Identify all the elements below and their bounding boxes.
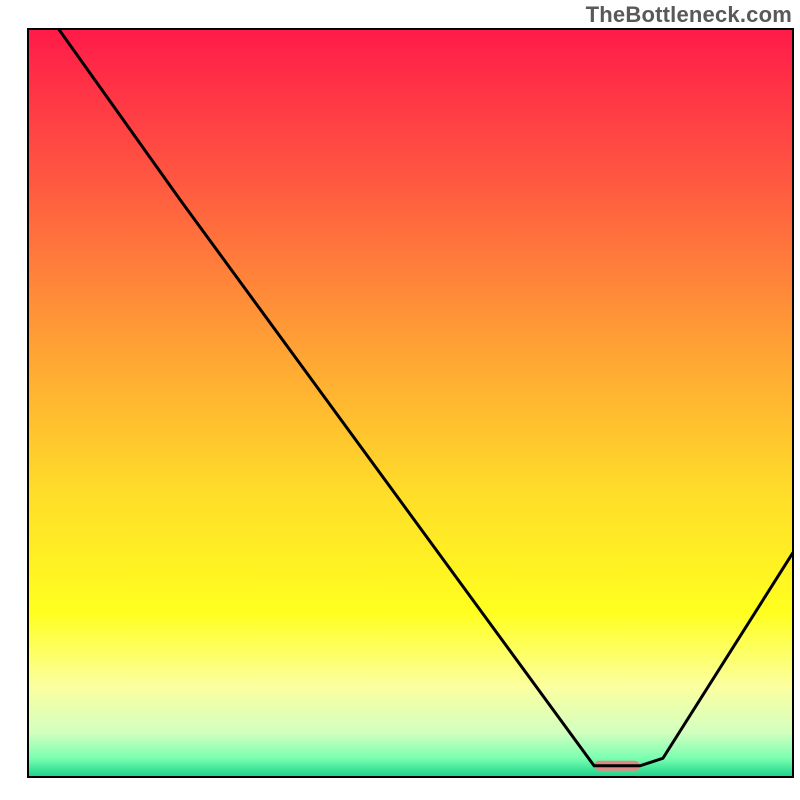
plot-background — [28, 29, 793, 777]
chart-svg — [0, 0, 800, 800]
chart-container: TheBottleneck.com — [0, 0, 800, 800]
watermark-text: TheBottleneck.com — [586, 2, 792, 28]
